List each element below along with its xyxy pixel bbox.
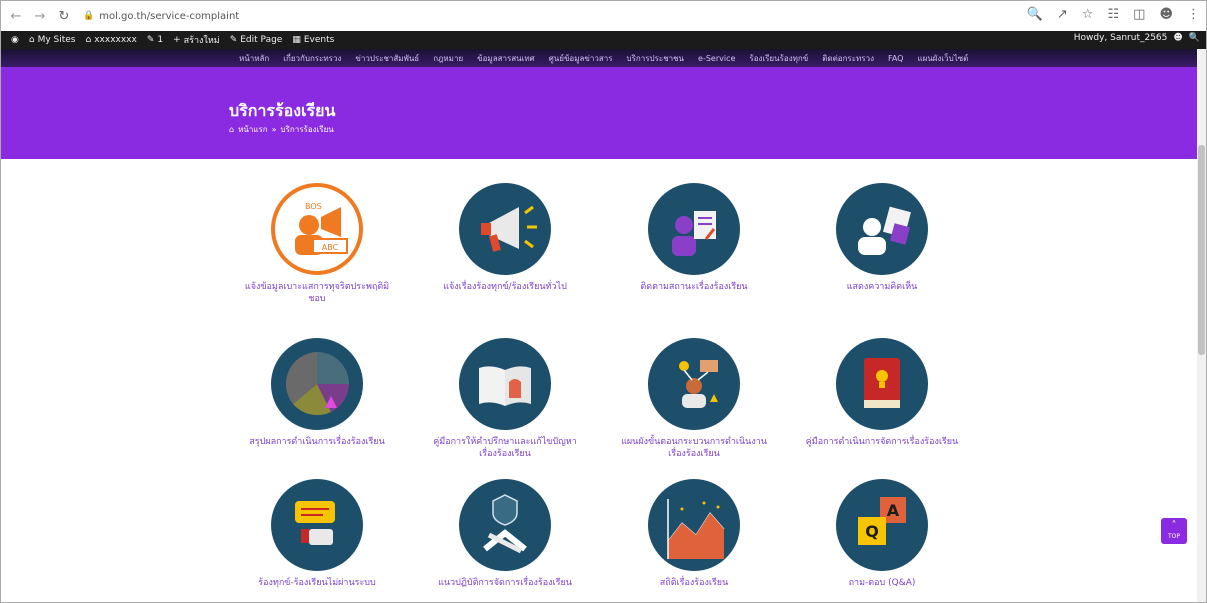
nav-item[interactable]: FAQ: [888, 54, 904, 63]
service-label: แสดงความคิดเห็น: [846, 282, 918, 292]
breadcrumb: ⌂ หน้าแรก » บริการร้องเรียน: [229, 123, 334, 136]
service-label: สรุปผลการดำเนินการเรื่องร้องเรียน: [249, 437, 385, 447]
service-label: แนวปฏิบัติการจัดการเรื่องร้องเรียน: [438, 578, 572, 588]
nav-item[interactable]: ศูนย์ข้อมูลข่าวสาร: [549, 52, 613, 65]
shield-handshake-icon: [459, 479, 551, 571]
back-arrow-icon[interactable]: ←: [7, 9, 25, 24]
back-to-top-label: TOP: [1167, 533, 1180, 540]
service-report-corruption[interactable]: ABC BOS แจ้งข้อมูลเบาะแสการทุจริตประพฤติม…: [237, 183, 397, 305]
svg-text:Q: Q: [865, 522, 879, 541]
breadcrumb-home[interactable]: หน้าแรก: [238, 123, 268, 136]
service-statistics[interactable]: สถิติเรื่องร้องเรียน: [614, 479, 774, 589]
admin-search-icon[interactable]: 🔍: [1189, 33, 1200, 43]
service-label: คู่มือการดำเนินการจัดการเรื่องร้องเรียน: [805, 437, 959, 447]
service-handling-manual[interactable]: คู่มือการดำเนินการจัดการเรื่องร้องเรียน: [802, 338, 962, 448]
status-tracking-icon: [648, 183, 740, 275]
lock-icon: 🔒: [83, 11, 95, 21]
back-to-top-button[interactable]: ˄ TOP: [1161, 518, 1187, 544]
avatar[interactable]: ☻: [1173, 33, 1182, 43]
star-icon[interactable]: ☆: [1082, 7, 1094, 22]
service-label: คู่มือการให้คำปรึกษาและแก้ไขปัญหาเรื่องร…: [433, 437, 577, 459]
browser-window: ← → ↻ 🔒 mol.go.th/service-complaint 🔍 ↗ …: [0, 0, 1207, 603]
address-bar[interactable]: 🔒 mol.go.th/service-complaint: [83, 11, 239, 22]
service-label: แจ้งข้อมูลเบาะแสการทุจริตประพฤติมิชอบ: [244, 282, 390, 304]
extension-icon[interactable]: ☷: [1107, 7, 1119, 22]
nav-item[interactable]: แผนผังเว็บไซต์: [917, 52, 968, 65]
manual-book-icon: [459, 338, 551, 430]
bookmark-my-sites[interactable]: ⌂ My Sites: [29, 35, 76, 45]
menu-dots-icon[interactable]: ⋮: [1187, 7, 1200, 22]
service-feedback[interactable]: แสดงความคิดเห็น: [802, 183, 962, 293]
megaphone-icon: [459, 183, 551, 275]
service-label: ติดตามสถานะเรื่องร้องเรียน: [640, 282, 748, 292]
report-corruption-icon: ABC BOS: [271, 183, 363, 275]
page-title: บริการร้องเรียน: [229, 101, 336, 120]
svg-text:ABC: ABC: [322, 243, 339, 252]
nav-item[interactable]: ข้อมูลสารสนเทศ: [477, 52, 535, 65]
svg-text:A: A: [887, 501, 900, 520]
chevron-up-icon: ˄: [1171, 520, 1177, 531]
nav-item[interactable]: e-Service: [698, 54, 735, 63]
nav-item[interactable]: กฎหมาย: [433, 52, 463, 65]
home-icon: ⌂: [229, 125, 235, 134]
service-process-chart[interactable]: แผนผังขั้นตอนกระบวนการดำเนินงานเรื่องร้อ…: [614, 338, 774, 460]
share-icon[interactable]: ↗: [1057, 7, 1068, 22]
page-hero: บริการร้องเรียน ⌂ หน้าแรก » บริการร้องเร…: [1, 67, 1199, 159]
breadcrumb-separator: »: [271, 125, 277, 134]
profile-icon[interactable]: ☻: [1159, 7, 1173, 22]
bookmark-new[interactable]: + สร้างใหม่: [173, 33, 220, 47]
service-guidelines[interactable]: แนวปฏิบัติการจัดการเรื่องร้องเรียน: [425, 479, 585, 589]
account-name[interactable]: Howdy, Sanrut_2565: [1074, 33, 1168, 43]
pie-summary-icon: [271, 338, 363, 430]
service-consult-manual[interactable]: คู่มือการให้คำปรึกษาและแก้ไขปัญหาเรื่องร…: [425, 338, 585, 460]
bookmark-comments[interactable]: ✎ 1: [147, 35, 163, 45]
bookmark-edit-page[interactable]: ✎ Edit Page: [230, 35, 283, 45]
statistics-chart-icon: [648, 479, 740, 571]
service-label: แจ้งเรื่องร้องทุกข์/ร้องเรียนทั่วไป: [443, 282, 567, 292]
feedback-icon: [836, 183, 928, 275]
nav-item[interactable]: หน้าหลัก: [239, 52, 269, 65]
nav-item[interactable]: เกี่ยวกับกระทรวง: [283, 52, 341, 65]
site-navigation: หน้าหลัก เกี่ยวกับกระทรวง ข่าวประชาสัมพั…: [1, 49, 1199, 67]
nav-item[interactable]: ติดต่อกระทรวง: [822, 52, 874, 65]
sidepanel-icon[interactable]: ◫: [1133, 7, 1145, 22]
nav-item[interactable]: ข่าวประชาสัมพันธ์: [355, 52, 419, 65]
nav-item[interactable]: ร้องเรียนร้องทุกข์: [749, 52, 808, 65]
forward-arrow-icon[interactable]: →: [31, 9, 49, 24]
bookmark-site[interactable]: ⌂ xxxxxxxx: [86, 35, 137, 45]
reload-icon[interactable]: ↻: [55, 9, 73, 24]
service-offline-complaint[interactable]: ร้องทุกข์-ร้องเรียนไม่ผ่านระบบ: [237, 479, 397, 589]
service-summary[interactable]: สรุปผลการดำเนินการเรื่องร้องเรียน: [237, 338, 397, 448]
thumbs-down-chat-icon: [271, 479, 363, 571]
service-track-status[interactable]: ติดตามสถานะเรื่องร้องเรียน: [614, 183, 774, 293]
scrollbar-thumb[interactable]: [1198, 145, 1205, 355]
service-label: สถิติเรื่องร้องเรียน: [659, 578, 729, 588]
red-book-icon: [836, 338, 928, 430]
service-label: ร้องทุกข์-ร้องเรียนไม่ผ่านระบบ: [258, 578, 376, 588]
wordpress-icon[interactable]: ◉: [11, 35, 19, 45]
service-general-complaint[interactable]: แจ้งเรื่องร้องทุกข์/ร้องเรียนทั่วไป: [425, 183, 585, 293]
service-label: ถาม-ตอบ (Q&A): [848, 578, 916, 588]
nav-item[interactable]: บริการประชาชน: [627, 52, 685, 65]
bookmark-events[interactable]: ▦ Events: [292, 35, 334, 45]
service-qa[interactable]: AQ ถาม-ตอบ (Q&A): [802, 479, 962, 589]
process-flow-icon: [648, 338, 740, 430]
breadcrumb-current: บริการร้องเรียน: [280, 125, 334, 134]
toolbar-actions: 🔍 ↗ ☆ ☷ ◫ ☻ ⋮: [1027, 7, 1200, 22]
svg-text:BOS: BOS: [305, 202, 322, 211]
zoom-icon[interactable]: 🔍: [1027, 7, 1043, 22]
service-label: แผนผังขั้นตอนกระบวนการดำเนินงานเรื่องร้อ…: [621, 437, 767, 459]
qa-icon: AQ: [836, 479, 928, 571]
admin-bar: ◉ ⌂ My Sites ⌂ xxxxxxxx ✎ 1 + สร้างใหม่ ✎ Edi…: [1, 31, 1206, 49]
url-text: mol.go.th/service-complaint: [99, 10, 240, 22]
page-scrollbar[interactable]: [1197, 49, 1206, 602]
browser-toolbar: ← → ↻ 🔒 mol.go.th/service-complaint 🔍 ↗ …: [1, 1, 1206, 31]
